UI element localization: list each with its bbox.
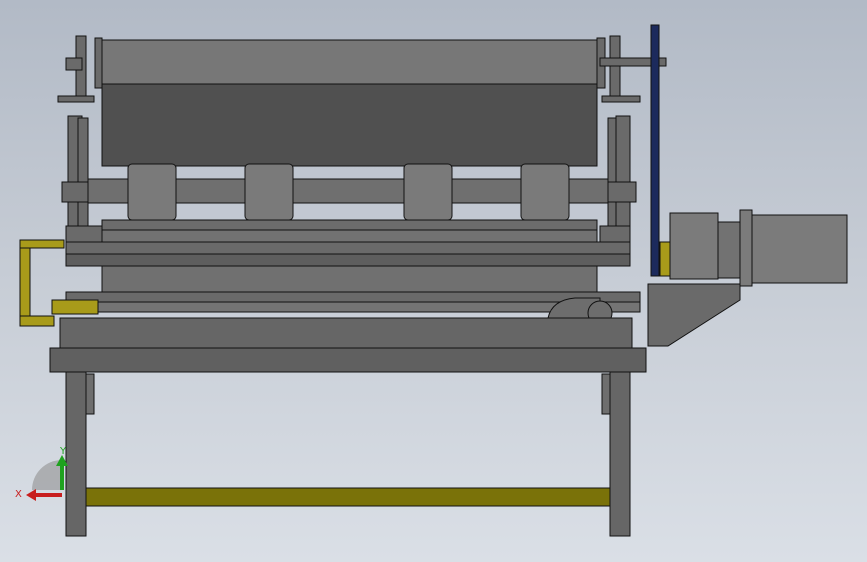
x-axis-label: X: [15, 489, 22, 500]
motor-assembly: [669, 209, 848, 287]
left-side-frame: [57, 35, 105, 257]
leg-left: [65, 371, 87, 537]
cad-viewport[interactable]: Y X: [0, 0, 867, 562]
top-roller: [101, 39, 598, 85]
roller-2: [244, 163, 294, 221]
roller-4: [520, 163, 570, 221]
axis-triad: Y X: [15, 446, 68, 501]
back-panel: [101, 83, 598, 167]
lower-plates: [65, 219, 641, 313]
roller-3: [403, 163, 453, 221]
machine-assembly: [19, 24, 848, 537]
y-axis-label: Y: [59, 446, 67, 457]
floor-crossbar: [85, 487, 611, 507]
leg-right: [609, 371, 631, 537]
roller-1: [127, 163, 177, 221]
middle-shaft-rollers: [87, 163, 609, 221]
motor-bracket: [647, 283, 741, 347]
drive-belt: [650, 24, 660, 277]
